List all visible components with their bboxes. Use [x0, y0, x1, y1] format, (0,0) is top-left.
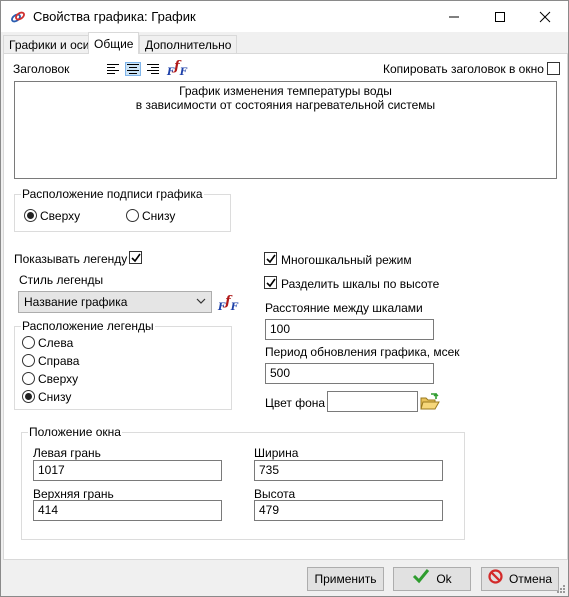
- cancel-button-label: Отмена: [508, 572, 553, 586]
- height-label: Высота: [254, 487, 296, 501]
- title-line-1: График изменения температуры воды: [179, 84, 392, 98]
- tab-general[interactable]: Общие: [88, 32, 140, 54]
- title-bar[interactable]: Свойства графика: График: [1, 1, 568, 32]
- chart-title-editor[interactable]: График изменения температуры воды в зави…: [14, 81, 557, 179]
- split-scales-checkbox[interactable]: [264, 276, 277, 289]
- legend-right-label: Справа: [38, 354, 80, 368]
- legend-right-radio[interactable]: [22, 354, 35, 367]
- apply-button[interactable]: Применить: [307, 567, 384, 591]
- minimize-icon: [449, 16, 459, 18]
- legend-left-label: Слева: [38, 336, 74, 350]
- bg-color-picker-button[interactable]: [420, 393, 440, 411]
- legend-formula-icon[interactable]: FƒF: [218, 294, 238, 313]
- legend-left-radio[interactable]: [22, 336, 35, 349]
- align-right-button[interactable]: [145, 62, 161, 76]
- scale-distance-label: Расстояние между шкалами: [265, 301, 423, 315]
- checkmark-icon: [266, 278, 276, 288]
- checkmark-icon: [131, 253, 141, 263]
- resize-grip-icon[interactable]: [556, 584, 566, 594]
- multiscale-checkbox[interactable]: [264, 252, 277, 265]
- copy-title-label: Копировать заголовок в окно: [383, 62, 544, 76]
- legend-style-value: Название графика: [24, 295, 128, 309]
- maximize-icon: [495, 12, 505, 22]
- scale-distance-input[interactable]: 100: [265, 319, 434, 340]
- caption-bottom-label: Снизу: [142, 209, 176, 223]
- bg-color-label: Цвет фона: [265, 396, 326, 410]
- legend-top-label: Сверху: [38, 372, 79, 386]
- window-title: Свойства графика: График: [33, 9, 196, 24]
- cancel-button[interactable]: Отмена: [481, 567, 559, 591]
- legend-bottom-radio[interactable]: [22, 390, 35, 403]
- legend-style-label: Стиль легенды: [19, 273, 104, 287]
- align-left-icon: [107, 64, 119, 74]
- legend-style-select[interactable]: Название графика: [18, 291, 212, 313]
- align-left-button[interactable]: [105, 62, 121, 76]
- open-folder-icon: [420, 393, 440, 410]
- maximize-button[interactable]: [477, 1, 523, 32]
- show-legend-label: Показывать легенду: [14, 252, 128, 266]
- refresh-period-label: Период обновления графика, мсек: [265, 345, 460, 359]
- left-edge-input[interactable]: 1017: [33, 460, 222, 481]
- width-input[interactable]: 735: [254, 460, 443, 481]
- legend-bottom-label: Снизу: [38, 390, 72, 404]
- legend-position-group: Расположение легенды Слева Справа Сверху…: [14, 319, 232, 410]
- header-label: Заголовок: [13, 62, 70, 76]
- minimize-button[interactable]: [431, 1, 477, 32]
- width-label: Ширина: [254, 446, 299, 460]
- top-edge-label: Верхняя грань: [33, 487, 114, 501]
- caption-top-radio[interactable]: [24, 209, 37, 222]
- tab-strip: Графики и оси Общие Дополнительно: [3, 32, 568, 54]
- align-right-icon: [147, 64, 159, 74]
- close-button[interactable]: [522, 1, 568, 32]
- red-cancel-icon: [488, 569, 503, 591]
- top-edge-input[interactable]: 414: [33, 500, 222, 521]
- ok-button[interactable]: Ok: [393, 567, 471, 591]
- tab-additional[interactable]: Дополнительно: [139, 35, 238, 54]
- bg-color-input[interactable]: [327, 391, 418, 412]
- apply-button-label: Применить: [314, 572, 377, 586]
- copy-title-checkbox[interactable]: [547, 62, 560, 75]
- chevron-down-icon: [196, 298, 206, 304]
- close-icon: [539, 11, 551, 23]
- chart-link-icon: [10, 9, 26, 25]
- split-scales-label: Разделить шкалы по высоте: [281, 277, 440, 291]
- window-position-title: Положение окна: [28, 425, 122, 439]
- properties-dialog: Свойства графика: График Графики и оси О…: [0, 0, 569, 597]
- formula-icon[interactable]: FƒF: [167, 59, 187, 78]
- caption-position-title: Расположение подписи графика: [21, 187, 204, 201]
- show-legend-checkbox[interactable]: [129, 251, 142, 264]
- ok-button-label: Ok: [436, 572, 452, 586]
- green-checkmark-icon: [412, 568, 430, 591]
- align-center-button[interactable]: [125, 62, 141, 76]
- height-input[interactable]: 479: [254, 500, 443, 521]
- caption-top-label: Сверху: [40, 209, 81, 223]
- legend-top-radio[interactable]: [22, 372, 35, 385]
- left-edge-label: Левая грань: [33, 446, 101, 460]
- checkmark-icon: [266, 254, 276, 264]
- legend-position-title: Расположение легенды: [21, 319, 155, 333]
- tab-page-general: Заголовок FƒF Копировать заголовок в окн…: [3, 53, 568, 560]
- refresh-period-input[interactable]: 500: [265, 363, 434, 384]
- window-position-group: Положение окна Левая грань 1017 Ширина 7…: [21, 425, 465, 540]
- caption-position-group: Расположение подписи графика Сверху Сниз…: [14, 187, 231, 232]
- title-line-2: в зависимости от состояния нагревательно…: [135, 98, 436, 112]
- caption-bottom-radio[interactable]: [126, 209, 139, 222]
- tab-graphs-axes[interactable]: Графики и оси: [3, 35, 96, 54]
- align-center-icon: [127, 64, 139, 74]
- multiscale-label: Многошкальный режим: [281, 253, 412, 267]
